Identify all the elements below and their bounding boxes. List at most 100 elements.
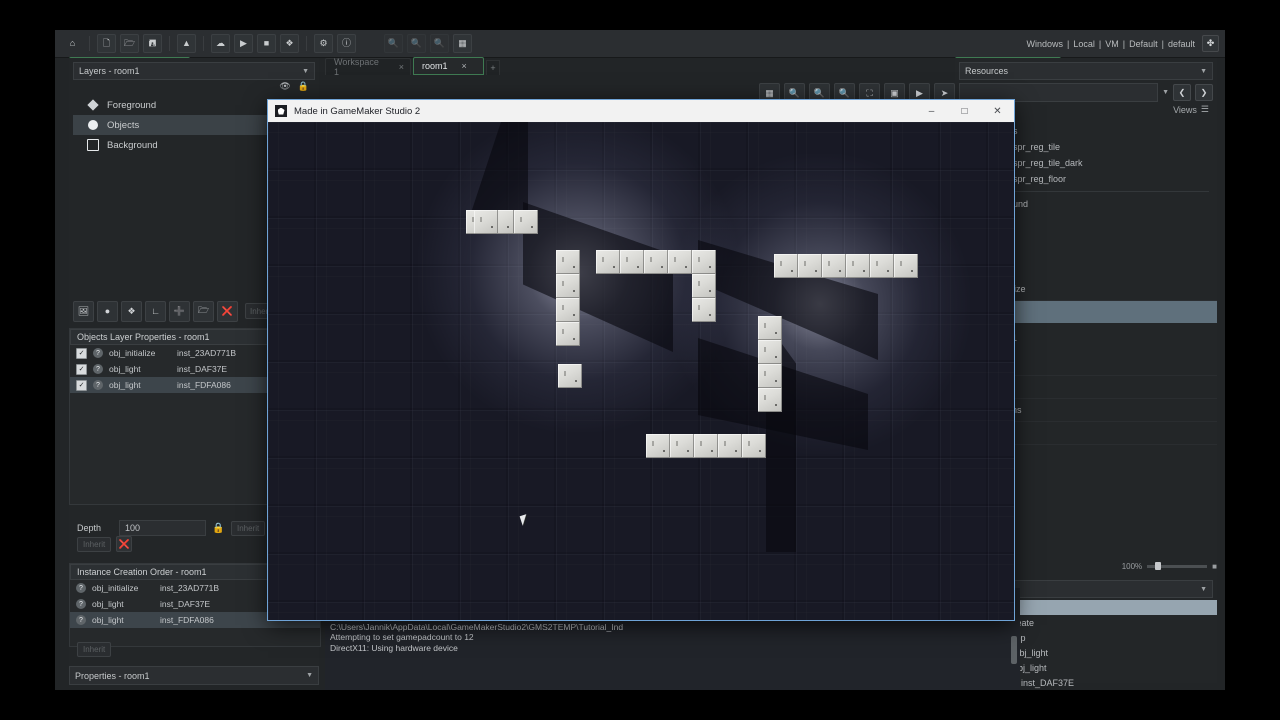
wall-tile [894,254,918,278]
wall-tile [644,250,668,274]
chevron-down-icon[interactable]: ▼ [306,672,313,679]
wall-tile [556,298,580,322]
wall-tile [758,316,782,340]
wall-tile [798,254,822,278]
play-icon[interactable]: ▶ [234,34,253,53]
eye-icon[interactable]: 👁 [279,81,290,92]
properties-combo[interactable]: Properties - room1 ▼ [69,666,319,685]
add-layer-icon[interactable]: ➕ [169,300,190,322]
object-name: obj_initialize [109,348,156,358]
add-workspace-tab-button[interactable]: + [486,60,500,75]
help-icon: ? [76,583,86,593]
close-icon[interactable]: × [462,61,467,71]
chevron-left-icon[interactable]: ❮ [1173,84,1191,101]
game-preview-window[interactable]: Made in GameMaker Studio 2 – □ ✕ [268,100,1014,620]
settings-icon[interactable]: ⚙ [314,34,333,53]
inherit-button[interactable]: Inherit [77,642,112,657]
zoom-slider[interactable] [1147,562,1208,570]
object-name: obj_light [109,380,141,390]
checkbox[interactable]: ✓ [76,363,87,375]
depth-input[interactable]: 100 [119,520,206,536]
target-device: Local [1073,38,1095,49]
chevron-down-icon[interactable]: ▼ [302,68,309,75]
lock-icon[interactable]: 🔒 [298,81,309,92]
game-canvas[interactable] [268,122,1014,620]
instance-name: inst_23AD771B [160,583,220,593]
wall-tile [822,254,846,278]
maximize-icon[interactable]: □ [948,100,981,122]
toolbar-divider [169,36,170,51]
game-window-title: Made in GameMaker Studio 2 [294,105,421,117]
hamburger-icon[interactable]: ☰ [1201,104,1209,115]
console-line: DirectX11: Using hardware device [330,642,458,653]
lock-icon[interactable]: 🔒 [212,522,225,535]
target-sep: | [1098,38,1102,49]
main-toolbar: ⌂ 🗋 🗁 🖪 ▲ ☁ ▶ ■ ❖ ⚙ ⓘ 🔍 🔍 🔍 ▦ Windows | [55,30,1225,58]
wall-tile [474,210,498,234]
target-platform: Windows [1026,38,1064,49]
zoom-out-icon[interactable]: 🔍 [384,34,403,53]
chevron-down-icon[interactable]: ▼ [1200,68,1207,75]
home-icon[interactable]: ⌂ [63,34,82,53]
wall-tile [556,250,580,274]
wall-tile [668,250,692,274]
object-name: obj_initialize [92,583,139,593]
wall-tile [596,250,620,274]
depth-inherit-button[interactable]: Inherit [231,520,266,536]
tile-tool-icon[interactable]: ❖ [121,300,142,322]
wall-tile [758,340,782,364]
window-controls: – □ ✕ [915,100,1014,122]
darkness-overlay [268,122,1014,620]
open-folder-icon[interactable]: 🗁 [120,34,139,53]
close-icon[interactable]: ✕ [981,100,1014,122]
zoom-in-icon[interactable]: 🔍 [407,34,426,53]
wall-tile [846,254,870,278]
wall-tile [670,434,694,458]
console-scrollbar[interactable] [1011,636,1017,664]
build-target-indicator[interactable]: Windows | Local | VM | Default | default… [1025,35,1225,52]
checkbox[interactable]: ✓ [76,347,87,359]
tab-workspace-1[interactable]: Workspace 1 × [325,57,411,77]
checkbox[interactable]: ✓ [76,379,87,391]
stop-icon[interactable]: ■ [257,34,276,53]
new-file-icon[interactable]: 🗋 [97,34,116,53]
chevron-down-icon[interactable]: ▼ [1162,89,1169,96]
object-name: obj_light [109,364,141,374]
properties-combo-label: Properties - room1 [75,670,150,681]
game-window-titlebar[interactable]: Made in GameMaker Studio 2 – □ ✕ [268,100,1014,122]
tab-label: Workspace 1 [334,57,379,77]
target-sep: | [1122,38,1126,49]
resources-combo[interactable]: Resources ▼ [959,62,1213,80]
path-tool-icon[interactable]: ∟ [145,300,166,322]
layers-combo-label: Layers - room1 [79,66,140,76]
bottom-inherit-row: Inherit [69,642,112,657]
chevron-down-icon[interactable]: ▼ [1200,586,1207,593]
chevron-right-icon[interactable]: ❯ [1195,84,1213,101]
clean-icon[interactable]: ❖ [280,34,299,53]
build-icon[interactable]: ▲ [177,34,196,53]
target-runtime: VM [1105,38,1119,49]
layout-icon[interactable]: ▦ [453,34,472,53]
reset-icon[interactable]: ❌ [116,536,133,552]
inherit-button[interactable]: Inherit [77,536,112,552]
target-icon[interactable]: ✤ [1202,35,1219,52]
debug-icon[interactable]: ☁ [211,34,230,53]
delete-icon[interactable]: ❌ [217,300,238,322]
object-layer-icon [87,119,99,131]
help-icon[interactable]: ⓘ [337,34,356,53]
ellipse-tool-icon[interactable]: ● [97,300,118,322]
minimize-icon[interactable]: – [915,100,948,122]
tab-room1[interactable]: room1 × [413,57,484,75]
wall-tile [758,388,782,412]
save-icon[interactable]: 🖪 [143,34,162,53]
toolbar-divider [306,36,307,51]
wall-tile [514,210,538,234]
layers-combo[interactable]: Layers - room1 ▼ [73,62,315,80]
zoom-max-icon[interactable]: ■ [1212,562,1217,571]
inherit-row: Inherit ❌ [69,536,133,552]
wall-tile [742,434,766,458]
add-folder-icon[interactable]: 🗁 [193,300,214,322]
image-tool-icon[interactable]: 🖼 [73,300,94,322]
close-icon[interactable]: × [399,62,404,72]
zoom-reset-icon[interactable]: 🔍 [430,34,449,53]
